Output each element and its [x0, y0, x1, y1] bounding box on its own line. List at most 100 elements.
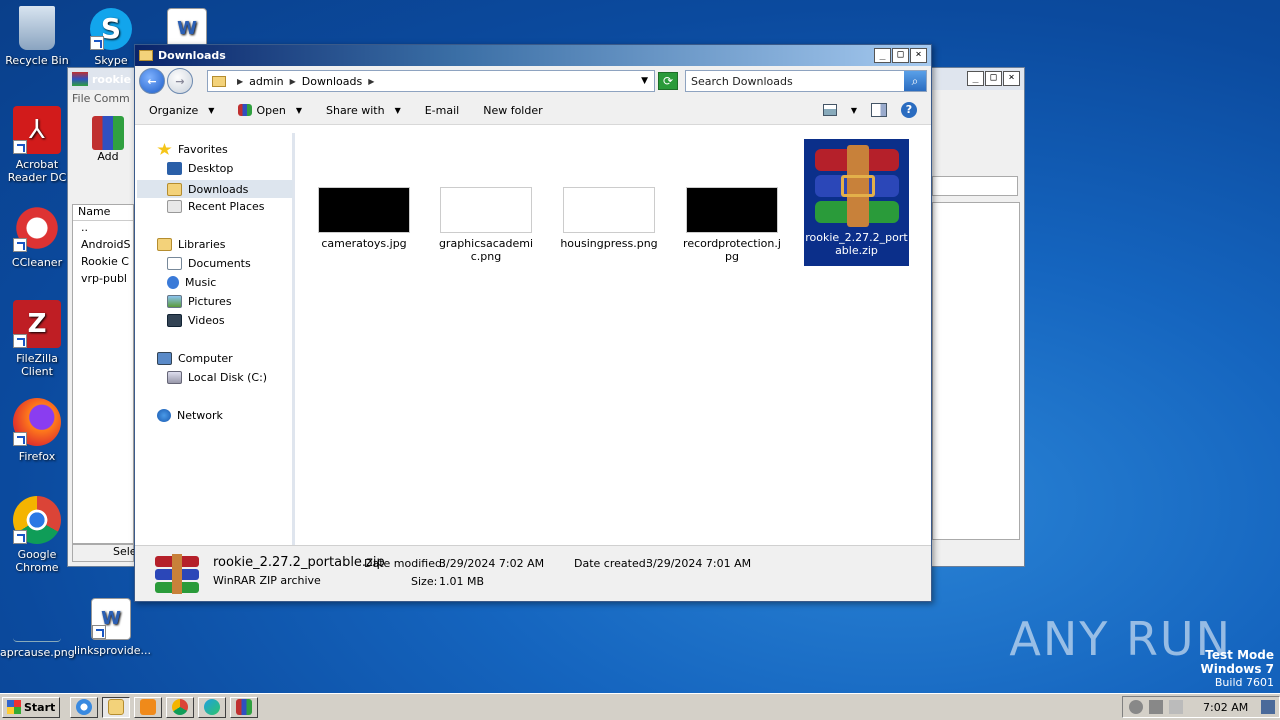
search-placeholder: Search Downloads	[691, 74, 793, 88]
image-thumbnail	[686, 187, 778, 233]
search-input[interactable]: Search Downloads ⌕	[685, 70, 927, 92]
explorer-titlebar[interactable]: Downloads	[135, 45, 931, 66]
close-button[interactable]: ×	[1003, 71, 1020, 86]
winrar-archive-icon	[811, 145, 903, 227]
new-folder-button[interactable]: New folder	[483, 104, 542, 117]
open-button[interactable]: Open ▼	[238, 104, 302, 117]
breadcrumb-downloads[interactable]: Downloads	[302, 75, 362, 88]
desktop-icon-firefox[interactable]: Firefox	[0, 398, 74, 463]
chevron-down-icon: ▼	[295, 105, 302, 115]
explorer-window[interactable]: Downloads _ □ × ← → ▶ admin ▶ Downloads …	[134, 44, 932, 602]
network-tray-icon[interactable]	[1149, 700, 1163, 714]
organize-button[interactable]: Organize ▼	[149, 104, 214, 117]
arrow-left-icon: ←	[147, 74, 157, 88]
maximize-button[interactable]: □	[892, 48, 909, 63]
list-item[interactable]: AndroidS	[73, 238, 133, 255]
nav-desktop[interactable]: Desktop	[167, 162, 233, 175]
chevron-down-icon[interactable]: ▼	[851, 106, 857, 115]
desktop-icon-chrome[interactable]: Google Chrome	[0, 496, 74, 574]
desktop-icon-acrobat[interactable]: ⅄ Acrobat Reader DC	[0, 106, 74, 184]
breadcrumb-admin[interactable]: admin	[249, 75, 283, 88]
chevron-right-icon: ▶	[289, 76, 296, 86]
taskbar-internet-explorer[interactable]	[70, 696, 99, 718]
share-with-button[interactable]: Share with ▼	[326, 104, 401, 117]
minimize-button[interactable]: _	[967, 71, 984, 86]
change-view-icon[interactable]	[822, 104, 837, 116]
minimize-button[interactable]: _	[874, 48, 891, 63]
start-button[interactable]: Start	[2, 696, 61, 718]
file-list[interactable]: cameratoys.jpg graphicsacademic.png hous…	[298, 133, 931, 545]
file-item-selected[interactable]: rookie_2.27.2_portable.zip	[804, 139, 909, 266]
file-item[interactable]: cameratoys.jpg	[314, 187, 414, 250]
preview-pane-icon[interactable]	[871, 103, 887, 117]
image-thumbnail	[318, 187, 410, 233]
nav-label: Downloads	[188, 182, 249, 196]
close-button[interactable]: ×	[910, 48, 927, 63]
pictures-icon	[167, 295, 182, 308]
taskbar-edge[interactable]	[198, 696, 227, 718]
desktop-icon-recycle-bin[interactable]: Recycle Bin	[0, 6, 74, 67]
winrar-icon	[72, 72, 88, 86]
nav-label: Recent Places	[188, 200, 265, 213]
file-item[interactable]: recordprotection.jpg	[682, 187, 782, 263]
desktop-icon-aprcause[interactable]: aprcause.png	[0, 604, 75, 659]
volume-icon[interactable]	[1129, 700, 1143, 714]
nav-music[interactable]: Music	[167, 276, 216, 289]
winrar-file-list[interactable]: Name .. AndroidS Rookie C vrp-publ	[72, 204, 134, 544]
nav-videos[interactable]: Videos	[167, 314, 225, 327]
nav-documents[interactable]: Documents	[167, 257, 251, 270]
acrobat-icon: ⅄	[13, 106, 61, 154]
forward-button[interactable]: →	[167, 68, 193, 94]
nav-favorites[interactable]: Favorites	[157, 143, 228, 156]
details-date-modified-label: Date modified:	[364, 557, 446, 570]
taskbar-explorer[interactable]	[102, 696, 131, 718]
nav-local-disk[interactable]: Local Disk (C:)	[167, 371, 267, 384]
search-icon[interactable]: ⌕	[904, 71, 926, 91]
filezilla-icon: Z	[13, 300, 61, 348]
desktop-icon-filezilla[interactable]: Z FileZilla Client	[0, 300, 74, 378]
nav-network[interactable]: Network	[157, 409, 223, 422]
name-column-header[interactable]: Name	[73, 205, 133, 221]
back-button[interactable]: ←	[139, 68, 165, 94]
view-controls: ▼ ?	[822, 102, 917, 118]
taskbar-media-player[interactable]	[134, 696, 163, 718]
nav-libraries[interactable]: Libraries	[157, 238, 226, 251]
nav-computer[interactable]: Computer	[157, 352, 233, 365]
star-icon	[157, 143, 172, 155]
navigation-pane[interactable]: Favorites Desktop Downloads Recent Place…	[135, 133, 295, 545]
list-item[interactable]: ..	[73, 221, 133, 238]
chevron-down-icon[interactable]: ▼	[641, 76, 648, 86]
recent-places-icon	[167, 200, 182, 213]
address-bar[interactable]: ▶ admin ▶ Downloads ▶ ▼	[207, 70, 655, 92]
music-icon	[167, 276, 179, 289]
winrar-path-combo[interactable]	[932, 176, 1018, 196]
maximize-button[interactable]: □	[985, 71, 1002, 86]
image-thumbnail	[440, 187, 532, 233]
add-button[interactable]: Add	[90, 116, 126, 163]
show-desktop-icon[interactable]	[1261, 700, 1275, 714]
nav-label: Desktop	[188, 162, 234, 175]
file-item[interactable]: housingpress.png	[559, 187, 659, 250]
nav-recent-places[interactable]: Recent Places	[167, 200, 265, 213]
desktop-icon	[167, 162, 182, 175]
desktop-icon-linksprovide[interactable]: W linksprovide...	[74, 598, 151, 657]
taskbar-chrome[interactable]	[166, 696, 195, 718]
file-item[interactable]: graphicsacademic.png	[436, 187, 536, 263]
winrar-menu[interactable]: File Comm	[72, 92, 130, 105]
nav-pictures[interactable]: Pictures	[167, 295, 232, 308]
refresh-button[interactable]: ⟳	[658, 72, 678, 90]
list-item[interactable]: vrp-publ	[73, 272, 133, 289]
add-archive-icon	[92, 116, 124, 150]
taskbar-winrar[interactable]	[230, 696, 259, 718]
help-icon[interactable]: ?	[901, 102, 917, 118]
chrome-icon	[172, 699, 189, 715]
clock[interactable]: 7:02 AM	[1203, 701, 1248, 714]
chevron-right-icon[interactable]: ▶	[368, 77, 374, 86]
desktop-icon-ccleaner[interactable]: CCleaner	[0, 204, 74, 269]
email-button[interactable]: E-mail	[425, 104, 460, 117]
nav-downloads[interactable]: Downloads	[137, 180, 293, 198]
hard-drive-icon	[167, 371, 182, 384]
flag-icon[interactable]	[1169, 700, 1183, 714]
list-item[interactable]: Rookie C	[73, 255, 133, 272]
chrome-icon	[13, 496, 61, 544]
